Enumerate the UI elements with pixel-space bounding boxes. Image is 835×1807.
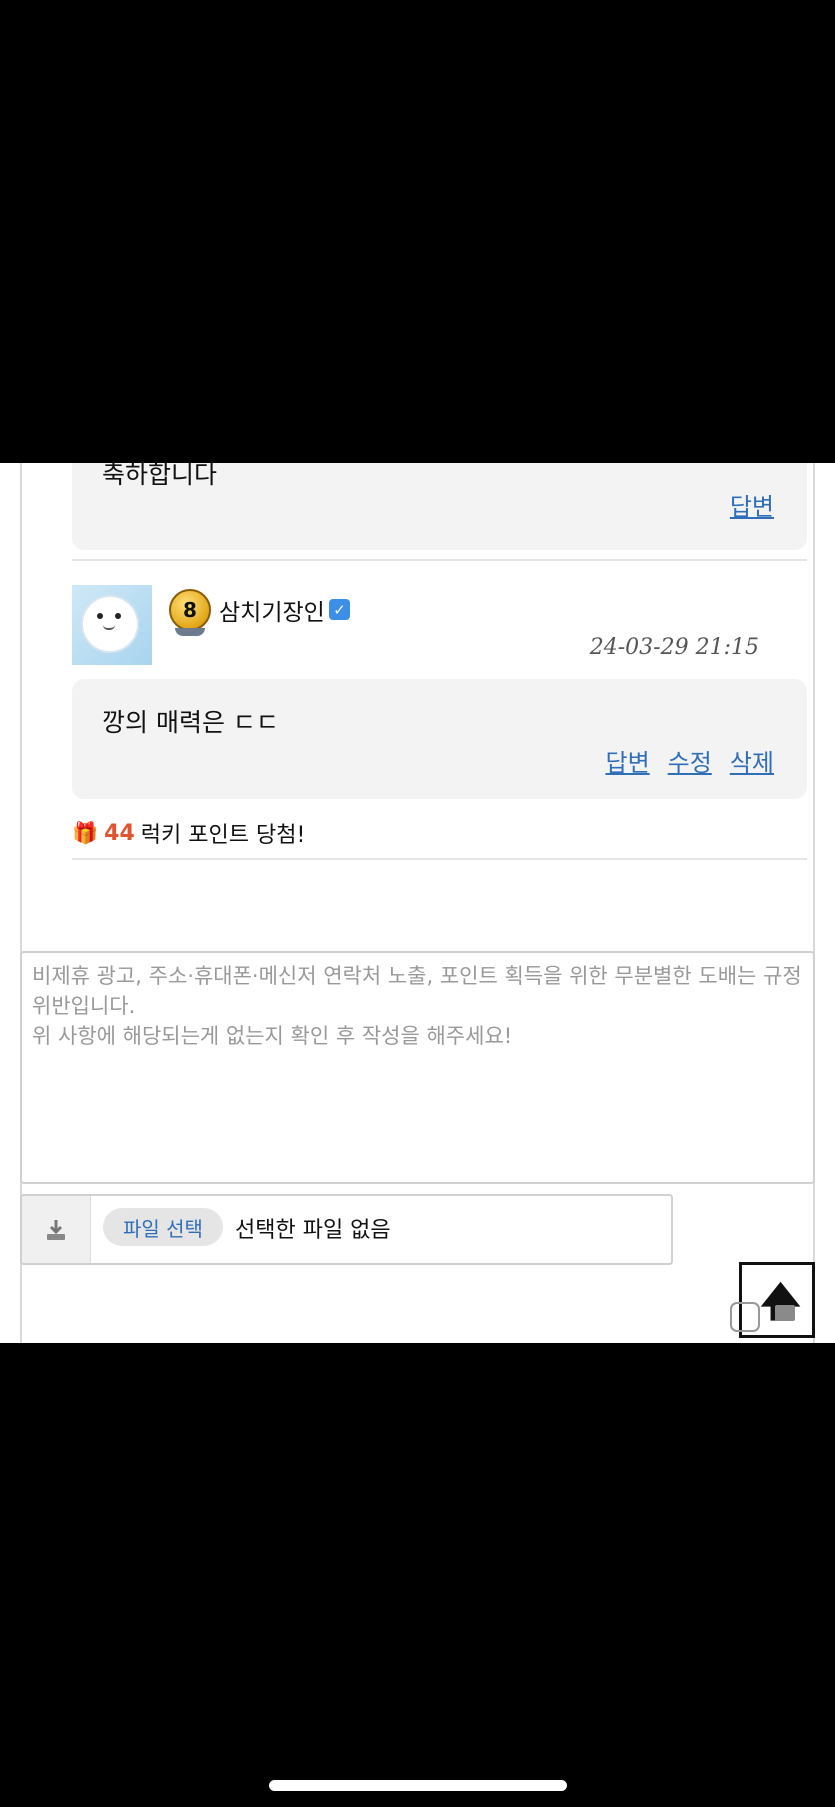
username[interactable]: 삼치기장인 (219, 593, 325, 627)
comment-bubble: 축하합니다 답변 (72, 463, 807, 550)
comment-text: 축하합니다 (102, 463, 218, 489)
comment-actions: 답변 수정 삭제 (605, 743, 774, 778)
reply-link[interactable]: 답변 (605, 743, 649, 778)
choose-file-button[interactable]: 파일 선택 (103, 1208, 223, 1246)
home-indicator[interactable] (269, 1780, 567, 1791)
edit-link[interactable]: 수정 (668, 743, 712, 778)
comment-bubble: 깡의 매력은 ㄷㄷ 답변 수정 삭제 (72, 679, 807, 799)
comment-timestamp: 24-03-29 21:15 (589, 635, 759, 660)
comment-divider (72, 559, 807, 561)
file-status-text: 선택한 파일 없음 (235, 1218, 391, 1243)
lucky-point-notice: 🎁 44 럭키 포인트 당첨! (72, 817, 305, 849)
lucky-point-number: 44 (104, 820, 135, 846)
lock-icon (775, 1305, 795, 1321)
file-upload-field: 파일 선택 선택한 파일 없음 (20, 1194, 673, 1265)
lucky-point-label: 럭키 포인트 당첨! (140, 823, 306, 848)
reply-link[interactable]: 답변 (730, 487, 774, 522)
level-badge-icon: 8 (169, 589, 211, 636)
floating-circle-icon (730, 1302, 760, 1332)
scroll-to-top-button[interactable]: 🡅 (730, 1262, 815, 1338)
gift-icon: 🎁 (72, 820, 99, 845)
comment-actions: 답변 (730, 487, 774, 522)
comment-input[interactable] (20, 951, 815, 1184)
comment-screen: 축하합니다 답변 8 삼치기장인 ✓ 24-03-29 21:15 깡의 매력은… (0, 463, 835, 1343)
avatar-face-image (81, 595, 139, 653)
delete-link[interactable]: 삭제 (730, 743, 774, 778)
comment-text: 깡의 매력은 ㄷㄷ (102, 708, 279, 737)
verified-check-icon: ✓ (329, 599, 350, 620)
comment-divider (72, 858, 807, 860)
level-number: 8 (183, 598, 197, 622)
download-icon (22, 1196, 91, 1263)
avatar[interactable] (72, 585, 152, 665)
